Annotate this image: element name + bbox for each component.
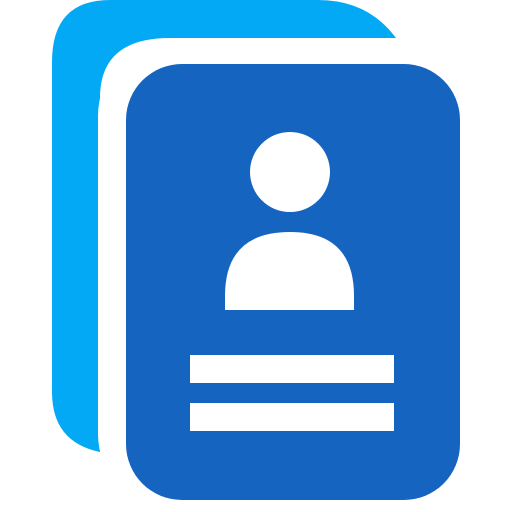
icon-canvas [0, 0, 512, 512]
contact-cards-icon [52, 0, 488, 512]
card-text-line [190, 403, 394, 431]
card-text-line [190, 355, 394, 383]
person-head-icon [250, 132, 330, 212]
